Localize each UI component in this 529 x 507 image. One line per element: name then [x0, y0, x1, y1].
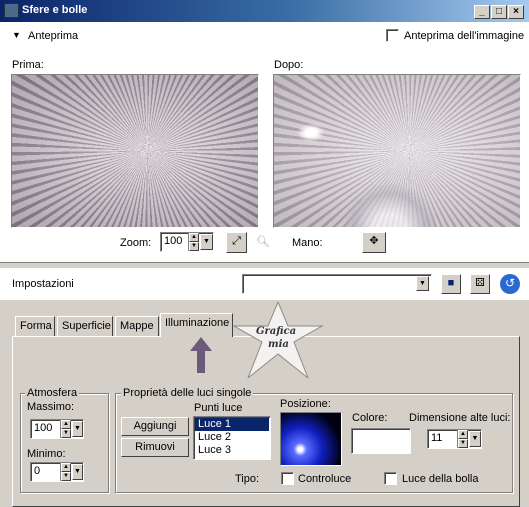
pointer-arrow-icon: [190, 337, 212, 373]
tab-label: Illuminazione: [165, 317, 230, 329]
watermark-line1: Grafica: [256, 326, 297, 337]
tab-forma[interactable]: Forma: [15, 316, 55, 336]
zoom-dropdown-button[interactable]: ▼: [200, 234, 213, 250]
window-title: Sfere e bolle: [22, 4, 88, 16]
tab-illuminazione[interactable]: Illuminazione: [160, 313, 233, 337]
atmosphere-min-dropdown[interactable]: ▼: [72, 464, 83, 480]
after-preview-image[interactable]: [273, 74, 521, 228]
bubble-light-checkbox[interactable]: [384, 472, 397, 485]
color-label: Colore:: [352, 412, 388, 424]
image-preview-label: Anteprima dell'immagine: [404, 30, 525, 42]
highlight-size-value: 11: [431, 432, 443, 444]
light-list-label: Punti luce: [194, 402, 243, 414]
backlight-label: Controluce: [298, 473, 352, 485]
remove-light-button[interactable]: Rimuovi: [121, 438, 189, 457]
type-label: Tipo:: [235, 473, 260, 485]
maximize-button[interactable]: □: [491, 5, 507, 19]
tab-superficie[interactable]: Superficie: [57, 316, 113, 336]
tab-label: Forma: [20, 320, 52, 332]
preview-toggle-label[interactable]: Anteprima: [28, 30, 78, 42]
dice-icon: ⚄: [475, 277, 485, 289]
light-color-swatch[interactable]: [351, 428, 411, 454]
save-preset-button[interactable]: ■: [441, 274, 461, 294]
position-label: Posizione:: [280, 398, 331, 410]
atmosphere-max-label: Massimo:: [27, 401, 75, 413]
hand-label: Mano:: [292, 237, 323, 249]
preview-header: ▼ Anteprima Anteprima dell'immagine: [0, 22, 529, 50]
tab-mappe[interactable]: Mappe: [115, 316, 159, 336]
after-label: Dopo:: [274, 59, 304, 71]
move-icon: ✥: [369, 235, 379, 247]
atmosphere-max-dropdown[interactable]: ▼: [72, 421, 83, 437]
atmosphere-max-input[interactable]: 100 ▲ ▼ ▼: [30, 419, 84, 439]
highlight-size-input[interactable]: 11 ▲ ▼ ▼: [427, 429, 482, 449]
atmosphere-min-label: Minimo:: [27, 448, 66, 460]
title-bar[interactable]: Sfere e bolle _ □ ×: [0, 0, 529, 22]
image-preview-checkbox[interactable]: [386, 29, 399, 42]
highlight-size-dropdown[interactable]: ▼: [469, 431, 481, 447]
atmosphere-title: Atmosfera: [25, 387, 80, 399]
atmosphere-min-input[interactable]: 0 ▲ ▼ ▼: [30, 462, 84, 482]
atmosphere-min-spinner[interactable]: ▲ ▼: [60, 463, 71, 481]
app-icon: [4, 3, 19, 18]
atmosphere-max-value: 100: [34, 422, 53, 434]
atmosphere-min-value: 0: [34, 465, 41, 477]
minimize-button[interactable]: _: [474, 5, 490, 19]
lights-group-title: Proprietà delle luci singole: [121, 387, 254, 399]
reset-button[interactable]: ↺: [500, 274, 520, 294]
resize-icon: ⤢: [232, 235, 241, 247]
light-list-item-2[interactable]: Luce 2: [195, 431, 269, 444]
light-list[interactable]: Luce 1 Luce 2 Luce 3: [193, 416, 271, 460]
zoom-value: 100: [164, 235, 183, 247]
backlight-checkbox[interactable]: [281, 472, 294, 485]
zoom-input[interactable]: 100 ▲ ▼ ▼: [160, 232, 214, 252]
magnifier-icon: 🔍︎: [256, 236, 270, 248]
preset-select[interactable]: ▼: [242, 274, 432, 294]
light-list-item-1[interactable]: Luce 1: [195, 418, 269, 431]
watermark-line2: mia: [268, 339, 289, 350]
watermark-star: Grafica mia: [232, 300, 324, 380]
highlight-size-spinner[interactable]: ▲ ▼: [457, 430, 468, 448]
add-light-button[interactable]: Aggiungi: [121, 417, 189, 436]
undo-arrow-icon: ↺: [504, 276, 516, 290]
before-label: Prima:: [12, 59, 44, 71]
zoom-tool-button[interactable]: 🔍︎: [253, 233, 273, 253]
collapse-triangle-icon[interactable]: ▼: [12, 30, 21, 40]
zoom-spinner[interactable]: ▲ ▼: [188, 233, 199, 251]
settings-row: Impostazioni ▼ ■ ⚄ ↺: [0, 268, 529, 300]
tab-label: Mappe: [120, 320, 154, 332]
preview-panel: Prima: Dopo: Zoom: 100 ▲ ▼ ▼ ⤢ 🔍︎ Mano: ✥: [0, 50, 529, 262]
light-position-picker[interactable]: [280, 412, 342, 466]
randomize-button[interactable]: ⚄: [470, 274, 490, 294]
light-list-item-3[interactable]: Luce 3: [195, 444, 269, 457]
floppy-disk-icon: ■: [447, 277, 455, 289]
settings-label: Impostazioni: [12, 278, 74, 290]
atmosphere-max-spinner[interactable]: ▲ ▼: [60, 420, 71, 438]
zoom-label: Zoom:: [120, 237, 152, 249]
close-button[interactable]: ×: [508, 5, 524, 19]
before-preview-image[interactable]: [11, 74, 259, 228]
preset-dropdown-button[interactable]: ▼: [416, 276, 429, 291]
highlight-size-label: Dimensione alte luci:: [409, 412, 511, 424]
tab-label: Superficie: [62, 320, 111, 332]
bubble-light-label: Luce della bolla: [402, 473, 479, 485]
zoom-fit-button[interactable]: ⤢: [226, 232, 247, 253]
pan-button[interactable]: ✥: [362, 232, 386, 253]
